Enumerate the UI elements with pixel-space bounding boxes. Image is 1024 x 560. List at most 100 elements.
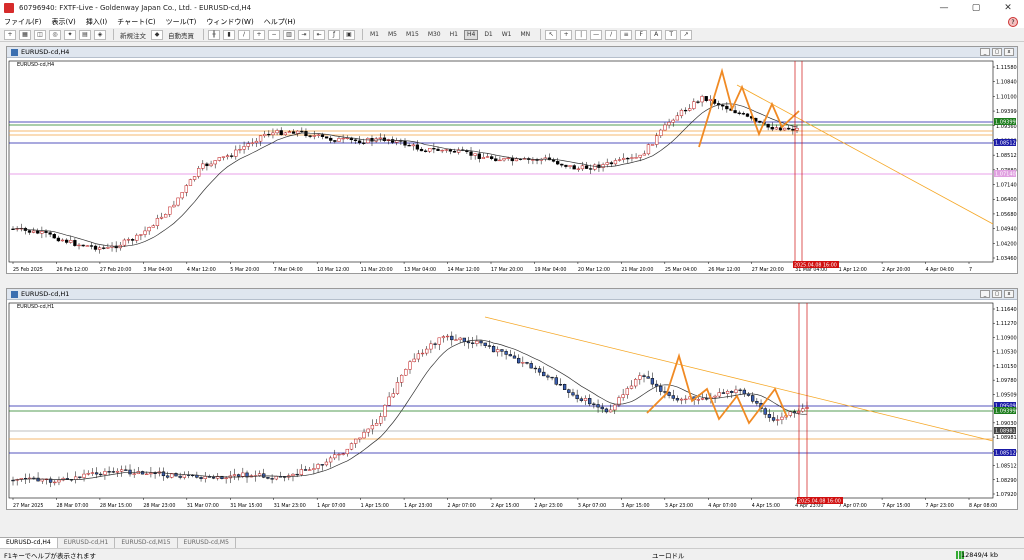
- trendline-icon[interactable]: ∕: [605, 29, 618, 40]
- menu-file[interactable]: ファイル(F): [4, 17, 42, 27]
- text-icon[interactable]: A: [650, 29, 663, 40]
- crosshair-icon[interactable]: +: [560, 29, 573, 40]
- candle-chart-icon[interactable]: ▮: [223, 29, 235, 40]
- price-axis-label: 1.05680: [996, 212, 1017, 218]
- horizontal-line-icon[interactable]: —: [590, 29, 603, 40]
- candle-body: [766, 123, 770, 128]
- chart-close-icon[interactable]: x: [1004, 290, 1014, 298]
- timeframe-m5[interactable]: M5: [385, 30, 400, 40]
- help-icon[interactable]: ?: [1008, 17, 1018, 27]
- candle-body: [287, 131, 292, 134]
- candle-body: [242, 146, 246, 150]
- candle-body: [630, 157, 634, 159]
- menu-chart[interactable]: チャート(C): [117, 17, 155, 27]
- zoom-out-icon[interactable]: −: [268, 29, 280, 40]
- menu-view[interactable]: 表示(V): [52, 17, 76, 27]
- data-window-icon[interactable]: ◎: [49, 29, 61, 40]
- label-icon[interactable]: T: [665, 29, 678, 40]
- menu-tools[interactable]: ツール(T): [166, 17, 197, 27]
- candle-body: [432, 148, 436, 150]
- candle-body: [299, 469, 303, 476]
- candle-body: [224, 477, 228, 479]
- timeframe-h4[interactable]: H4: [463, 29, 479, 40]
- metaeditor-icon[interactable]: ◆: [151, 29, 163, 40]
- menu-insert[interactable]: 挿入(I): [86, 17, 108, 27]
- timeframe-w1[interactable]: W1: [499, 30, 515, 40]
- candle-body: [102, 247, 106, 249]
- candle-body: [329, 137, 333, 141]
- tile-windows-icon[interactable]: ▥: [283, 29, 295, 40]
- time-axis-label: 7: [969, 267, 972, 273]
- candle-body: [655, 135, 659, 145]
- price-chart-h1[interactable]: 1.11640 1.11270 1.10900 1.10530 1.10150 1.097…: [7, 301, 1017, 510]
- candle-body: [201, 163, 205, 169]
- chart-shift-icon[interactable]: ⇤: [313, 29, 325, 40]
- candle-body: [475, 340, 479, 344]
- candle-body: [132, 473, 136, 475]
- price-tag-label: 1.09399: [995, 409, 1016, 415]
- candle-body: [535, 159, 539, 161]
- chart-close-icon[interactable]: x: [1004, 48, 1014, 56]
- auto-scroll-icon[interactable]: ⇥: [298, 29, 310, 40]
- price-axis-label: 1.10150: [996, 364, 1017, 370]
- arrows-icon[interactable]: ↗: [680, 29, 693, 40]
- candle-body: [788, 411, 792, 416]
- tester-icon[interactable]: ◈: [94, 29, 106, 40]
- menu-window[interactable]: ウィンドウ(W): [206, 17, 253, 27]
- timeframe-m15[interactable]: M15: [403, 30, 422, 40]
- chart-minimize-icon[interactable]: _: [980, 48, 990, 56]
- candle-body: [404, 369, 408, 376]
- timeframe-m1[interactable]: M1: [367, 30, 382, 40]
- candle-body: [86, 473, 90, 475]
- chart-maximize-icon[interactable]: ▢: [992, 48, 1002, 56]
- chart-window-title-bar[interactable]: EURUSD-cd,H1 _ ▢ x: [7, 289, 1017, 300]
- candle-body: [650, 378, 655, 385]
- tab-eurusd-h4[interactable]: EURUSD-cd,H4: [0, 538, 58, 548]
- close-icon[interactable]: ✕: [992, 0, 1024, 16]
- minimize-icon[interactable]: —: [928, 0, 960, 16]
- chart-window-h1[interactable]: EURUSD-cd,H1 _ ▢ x 1.11640 1.11270 1.10900…: [6, 288, 1018, 510]
- fibonacci-icon[interactable]: F: [635, 29, 648, 40]
- maximize-icon[interactable]: ▢: [960, 0, 992, 16]
- vertical-line-icon[interactable]: |: [575, 29, 588, 40]
- market-watch-icon[interactable]: ◫: [34, 29, 46, 40]
- candle-body: [316, 134, 320, 136]
- line-chart-icon[interactable]: ∕: [238, 29, 250, 40]
- candle-body: [675, 115, 679, 121]
- indicators-icon[interactable]: ƒ: [328, 29, 340, 40]
- candle-body: [44, 231, 48, 233]
- chart-minimize-icon[interactable]: _: [980, 290, 990, 298]
- menu-help[interactable]: ヘルプ(H): [264, 17, 296, 27]
- new-chart-icon[interactable]: +: [4, 29, 16, 40]
- auto-trade-button[interactable]: 自動売買: [166, 30, 196, 40]
- cursor-icon[interactable]: ↖: [545, 29, 558, 40]
- timeframe-m30[interactable]: M30: [425, 30, 444, 40]
- channel-icon[interactable]: ≡: [620, 29, 633, 40]
- candle-body: [504, 351, 508, 355]
- timeframe-d1[interactable]: D1: [481, 30, 495, 40]
- candle-body: [99, 473, 103, 476]
- tab-eurusd-m15[interactable]: EURUSD-cd,M15: [115, 538, 178, 548]
- timeframe-mn[interactable]: MN: [518, 30, 534, 40]
- tab-eurusd-m5[interactable]: EURUSD-cd,M5: [178, 538, 236, 548]
- candle-body: [135, 234, 139, 241]
- candle-body: [629, 385, 634, 389]
- time-axis-label: 11 Mar 20:00: [361, 267, 393, 273]
- chart-maximize-icon[interactable]: ▢: [992, 290, 1002, 298]
- chart-window-title: EURUSD-cd,H4: [21, 48, 70, 56]
- candle-body: [64, 239, 69, 243]
- candle-body: [366, 428, 370, 433]
- bar-chart-icon[interactable]: ╫: [208, 29, 220, 40]
- zoom-in-icon[interactable]: +: [253, 29, 265, 40]
- tab-eurusd-h1[interactable]: EURUSD-cd,H1: [58, 538, 116, 548]
- templates-icon[interactable]: ▣: [343, 29, 355, 40]
- new-order-button[interactable]: 新規注文: [118, 30, 148, 40]
- chart-window-h4[interactable]: EURUSD-cd,H4 _ ▢ x 1.11580 1.10840 1.10100…: [6, 46, 1018, 274]
- profiles-icon[interactable]: ▦: [19, 29, 31, 40]
- chart-window-title-bar[interactable]: EURUSD-cd,H4 _ ▢ x: [7, 47, 1017, 58]
- timeframe-h1[interactable]: H1: [447, 30, 461, 40]
- price-chart-h4[interactable]: 1.115801.108401.101001.093991.093601.089…: [7, 59, 1017, 274]
- navigator-icon[interactable]: ✦: [64, 29, 76, 40]
- terminal-icon[interactable]: ▤: [79, 29, 91, 40]
- candle-body: [721, 104, 725, 107]
